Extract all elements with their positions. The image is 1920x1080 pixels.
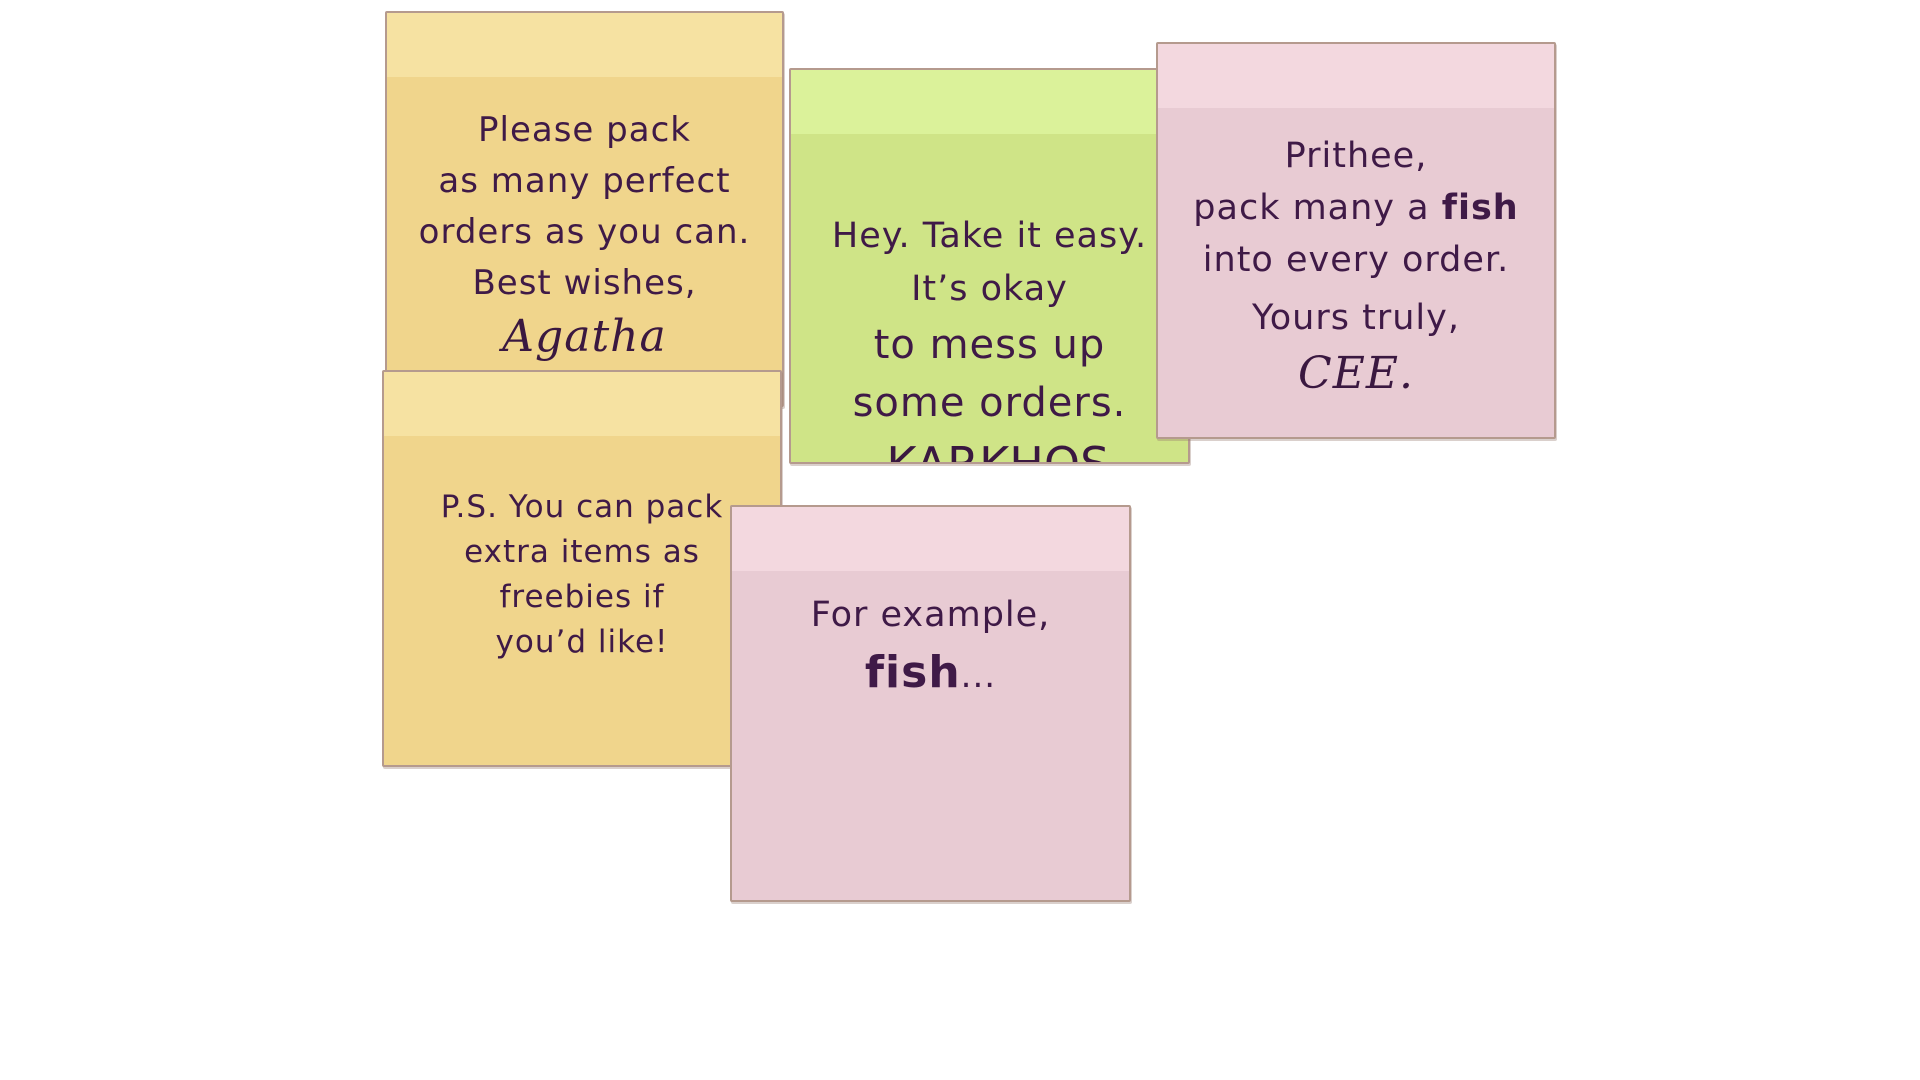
note-top-band (1158, 44, 1554, 108)
signature-agatha: Agatha (502, 311, 667, 362)
note-line: Yours truly, (1252, 298, 1460, 338)
note-line: you’d like! (495, 624, 669, 660)
sticky-note-board: Please pack as many perfect orders as yo… (0, 0, 1920, 1080)
signature-karkhos: -KARKHOS (869, 437, 1110, 464)
note-line: P.S. You can pack (440, 489, 724, 525)
emphasis-fish: fish (1441, 188, 1519, 228)
note-top-band (732, 507, 1129, 571)
note-top-band (791, 70, 1188, 134)
note-line: some orders. (852, 380, 1127, 426)
note-top-band (384, 372, 780, 436)
ellipsis: ... (960, 656, 997, 696)
sticky-note-agatha: Please pack as many perfect orders as yo… (385, 11, 784, 407)
sticky-note-cee: Prithee, pack many a fish into every ord… (1156, 42, 1556, 439)
note-line: Prithee, (1284, 136, 1428, 176)
note-line: orders as you can. (418, 212, 751, 252)
sticky-note-karkhos: Hey. Take it easy. It’s okay to mess up … (789, 68, 1190, 464)
note-line: Please pack (478, 110, 691, 150)
note-line: pack many a fish (1158, 182, 1554, 234)
note-top-band (387, 13, 782, 77)
note-line: extra items as (464, 534, 700, 570)
note-line: into every order. (1202, 240, 1510, 280)
note-line: Hey. Take it easy. (831, 216, 1148, 256)
note-text: Prithee, pack many a fish into every ord… (1158, 130, 1554, 404)
signature-cee: CEE. (1298, 348, 1414, 399)
sticky-note-ps: P.S. You can pack extra items as freebie… (382, 370, 782, 767)
note-line: Best wishes, (472, 263, 697, 303)
note-text: P.S. You can pack extra items as freebie… (384, 485, 780, 665)
note-text: Hey. Take it easy. It’s okay to mess up … (791, 210, 1188, 464)
note-line: For example, (810, 595, 1051, 635)
note-line: fish... (732, 641, 1129, 708)
note-text: For example, fish... (732, 589, 1129, 708)
note-line: freebies if (499, 579, 665, 615)
note-line-part: pack many a (1193, 188, 1442, 228)
emphasis-fish: fish (864, 647, 961, 698)
note-line: It’s okay (911, 269, 1068, 309)
note-line: as many perfect (438, 161, 731, 201)
sticky-note-example: For example, fish... (730, 505, 1131, 902)
note-text: Please pack as many perfect orders as yo… (387, 105, 782, 365)
note-line: to mess up (873, 322, 1106, 368)
